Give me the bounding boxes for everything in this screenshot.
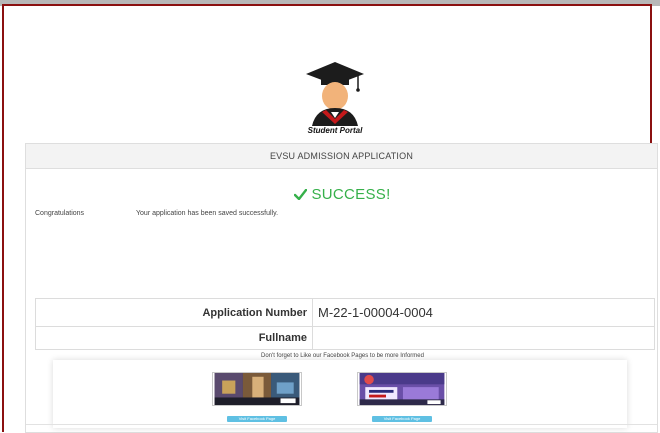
panel-title: EVSU ADMISSION APPLICATION [26,144,657,169]
message-label: Congratulations [35,210,85,217]
logo-caption: Student Portal [307,126,363,135]
application-number-value: M-22-1-00004-0004 [312,298,655,327]
visit-facebook-button[interactable]: Visit Facebook Page [372,416,432,422]
facebook-note: Don't forget to Like our Facebook Pages … [261,353,424,359]
fullname-value [312,326,655,350]
facebook-page-thumbnail[interactable] [357,372,447,406]
fullname-label: Fullname [35,326,313,350]
facebook-page-card[interactable]: Visit Facebook Page [212,372,302,422]
admission-panel: EVSU ADMISSION APPLICATION SUCCESS! Cong… [25,143,658,433]
table-row: Fullname [35,326,655,350]
application-details-table: Application Number M-22-1-00004-0004 Ful… [35,298,655,350]
check-icon [294,188,308,201]
facebook-pages-area: Visit Facebook Page Visit Facebook Page [53,360,627,428]
facebook-page-card[interactable]: Visit Facebook Page [357,372,447,422]
success-text: SUCCESS! [311,186,391,203]
success-heading: SUCCESS! [26,186,659,203]
footer-divider [26,424,657,425]
facebook-page-thumbnail[interactable] [212,372,302,406]
table-row: Application Number M-22-1-00004-0004 [35,298,655,327]
message-text: Your application has been saved successf… [136,210,279,217]
visit-facebook-button[interactable]: Visit Facebook Page [227,416,287,422]
application-number-label: Application Number [35,298,313,327]
